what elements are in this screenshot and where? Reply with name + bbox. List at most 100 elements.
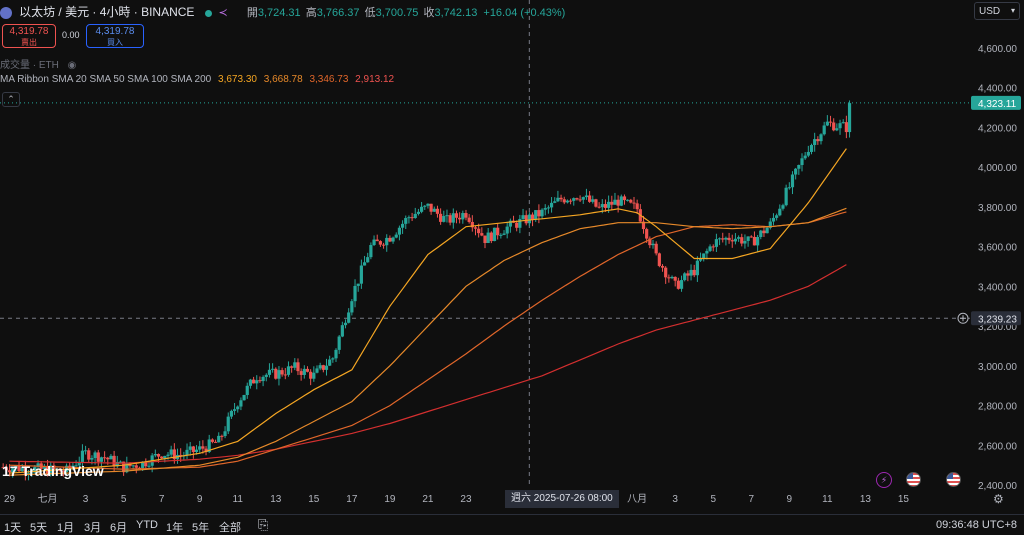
y-tick-label: 3,800.00 xyxy=(978,203,1017,214)
candle-body xyxy=(686,273,690,276)
brand-name: TradingView xyxy=(21,463,104,479)
candle-body xyxy=(397,227,402,235)
candle-body xyxy=(613,199,617,205)
x-tick-label: 八月 xyxy=(627,493,647,505)
y-tick-label: 3,000.00 xyxy=(978,362,1017,373)
candle-body xyxy=(337,336,341,350)
candle-body xyxy=(416,211,421,214)
candle-body xyxy=(283,374,287,376)
x-tick-label: 13 xyxy=(860,494,872,505)
candle-body xyxy=(632,202,636,204)
candle-body xyxy=(242,395,246,401)
x-tick-label: 17 xyxy=(346,494,358,505)
candle-body xyxy=(467,217,471,222)
candle-body xyxy=(543,208,547,210)
tv-logo-icon: 17 xyxy=(2,463,18,479)
candle-body xyxy=(381,244,386,246)
candle-body xyxy=(689,269,693,276)
y-tick-label: 4,400.00 xyxy=(978,84,1017,95)
candle-body xyxy=(229,410,234,417)
candle-body xyxy=(156,454,161,457)
candle-body xyxy=(369,245,373,258)
candle-body xyxy=(274,368,278,379)
candle-body xyxy=(90,457,94,460)
candle-body xyxy=(584,195,589,198)
candle-body xyxy=(841,122,845,124)
candle-body xyxy=(844,122,848,133)
x-tick-label: 13 xyxy=(270,494,282,505)
candle-body xyxy=(794,168,798,175)
candle-body xyxy=(717,238,722,240)
candle-body xyxy=(213,441,218,443)
candle-body xyxy=(217,435,221,443)
candle-body xyxy=(657,253,661,266)
candle-body xyxy=(251,379,256,384)
sma20-line xyxy=(9,148,847,474)
lightning-icon[interactable]: ⚡ xyxy=(876,472,892,488)
candle-body xyxy=(423,205,427,207)
candle-body xyxy=(600,204,604,208)
candle-body xyxy=(740,237,744,244)
range-button-5[interactable]: YTD xyxy=(136,519,158,531)
candle-body xyxy=(679,280,684,289)
candle-body xyxy=(378,241,382,245)
candle-body xyxy=(629,199,633,203)
candle-body xyxy=(530,214,535,220)
candle-body xyxy=(324,365,329,370)
candle-body xyxy=(118,461,123,463)
candle-body xyxy=(670,276,674,279)
candle-body xyxy=(106,457,110,460)
candle-body xyxy=(800,158,804,166)
candle-body xyxy=(220,435,224,437)
candle-body xyxy=(404,218,408,224)
candle-body xyxy=(147,465,151,467)
x-tick-label: 5 xyxy=(710,494,716,505)
candle-body xyxy=(445,215,449,217)
candle-body xyxy=(296,362,300,372)
candle-body xyxy=(188,446,192,450)
price-chart[interactable]: 4,600.00 4,400.00 4,200.00 4,000.00 3,800.00… xyxy=(0,0,1024,514)
candle-body xyxy=(565,200,570,203)
candle-body xyxy=(483,235,487,243)
candle-body xyxy=(198,446,202,450)
candle-body xyxy=(353,285,357,302)
y-tick-label: 4,200.00 xyxy=(978,123,1017,134)
candle-body xyxy=(499,234,503,236)
x-tick-label: 5 xyxy=(121,494,127,505)
candle-body xyxy=(223,431,227,437)
gear-icon[interactable]: ⚙ xyxy=(993,492,1004,506)
x-tick-label: 21 xyxy=(422,494,434,505)
tradingview-logo[interactable]: 17 TradingView xyxy=(2,463,104,479)
candle-body xyxy=(492,227,497,242)
candle-body xyxy=(375,239,379,242)
x-tick-label: 11 xyxy=(233,494,244,505)
candle-body xyxy=(635,203,639,210)
candle-body xyxy=(461,213,465,220)
candle-body xyxy=(822,125,826,135)
candle-body xyxy=(309,371,313,379)
candle-body xyxy=(103,457,107,459)
candle-body xyxy=(667,277,671,279)
candle-body xyxy=(328,359,332,366)
candle-body xyxy=(194,449,199,452)
candle-body xyxy=(394,234,398,238)
x-tick-label: 29 xyxy=(4,494,16,505)
candle-body xyxy=(366,257,370,263)
candle-body xyxy=(775,215,779,218)
candle-body xyxy=(334,349,338,359)
candle-body xyxy=(832,122,836,131)
clock-time[interactable]: 09:36:48 UTC+8 xyxy=(936,519,1017,531)
candle-body xyxy=(112,455,116,467)
candle-body xyxy=(838,123,842,129)
candle-body xyxy=(239,400,243,407)
us-flag-event-icon[interactable] xyxy=(946,472,961,487)
x-tick-label: 15 xyxy=(308,494,320,505)
candle-body xyxy=(534,210,538,220)
candle-body xyxy=(778,208,782,216)
calendar-range-icon[interactable]: ⎘ xyxy=(258,517,268,533)
us-flag-event-icon[interactable] xyxy=(906,472,921,487)
candle-body xyxy=(290,366,294,368)
candle-body xyxy=(813,139,817,146)
x-tick-label: 3 xyxy=(672,494,678,505)
candle-body xyxy=(790,174,795,188)
